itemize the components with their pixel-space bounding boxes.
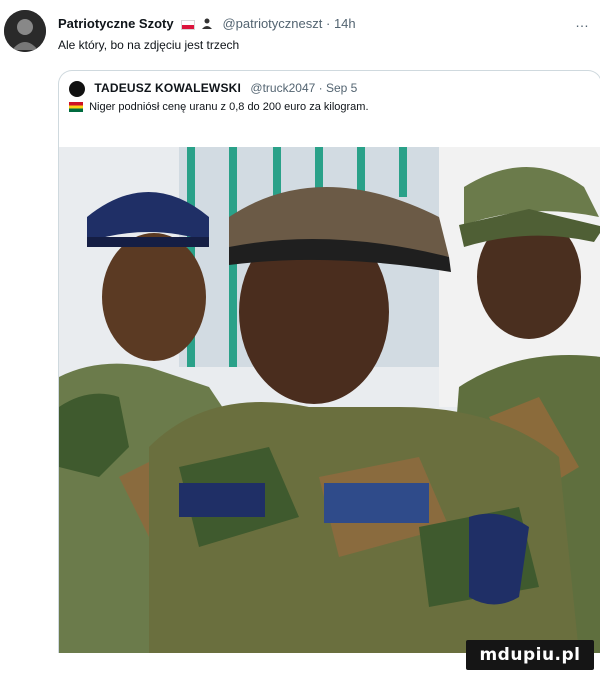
- person-icon: [201, 17, 213, 33]
- quoted-text-line: Niger podniósł cenę uranu z 0,8 do 200 e…: [69, 101, 369, 113]
- quoted-handle[interactable]: @truck2047: [250, 81, 315, 95]
- watermark-logo: mdupiu.pl: [466, 640, 594, 670]
- more-options-icon[interactable]: …: [575, 14, 590, 30]
- quoted-author-name[interactable]: TADEUSZ KOWALEWSKI: [94, 81, 241, 95]
- poland-flag-icon: [181, 19, 196, 30]
- author-handle[interactable]: @patriotyczneszt: [222, 16, 322, 31]
- quoted-date[interactable]: Sep 5: [326, 81, 357, 95]
- separator-dot: ·: [318, 81, 326, 96]
- watermark-text: mdupiu.pl: [479, 645, 581, 665]
- separator-dot: ·: [326, 16, 334, 31]
- post-time[interactable]: 14h: [334, 16, 356, 31]
- post-text: Ale który, bo na zdjęciu jest trzech: [58, 38, 240, 52]
- quoted-text: Niger podniósł cenę uranu z 0,8 do 200 e…: [89, 101, 369, 113]
- quoted-post[interactable]: TADEUSZ KOWALEWSKI @truck2047 · Sep 5 Ni…: [58, 70, 600, 653]
- author-name[interactable]: Patriotyczne Szoty: [58, 16, 174, 31]
- avatar[interactable]: [4, 10, 46, 52]
- photo-illustration: [59, 147, 600, 653]
- quoted-header: TADEUSZ KOWALEWSKI @truck2047 · Sep 5: [69, 81, 357, 97]
- post-header: Patriotyczne Szoty @patriotyczneszt · 14…: [58, 16, 356, 33]
- post-photo[interactable]: [59, 147, 600, 653]
- tweet: Patriotyczne Szoty @patriotyczneszt · 14…: [0, 0, 600, 678]
- quoted-avatar[interactable]: [69, 81, 85, 97]
- ghana-flag-icon: [69, 102, 83, 113]
- avatar-image: [4, 10, 46, 52]
